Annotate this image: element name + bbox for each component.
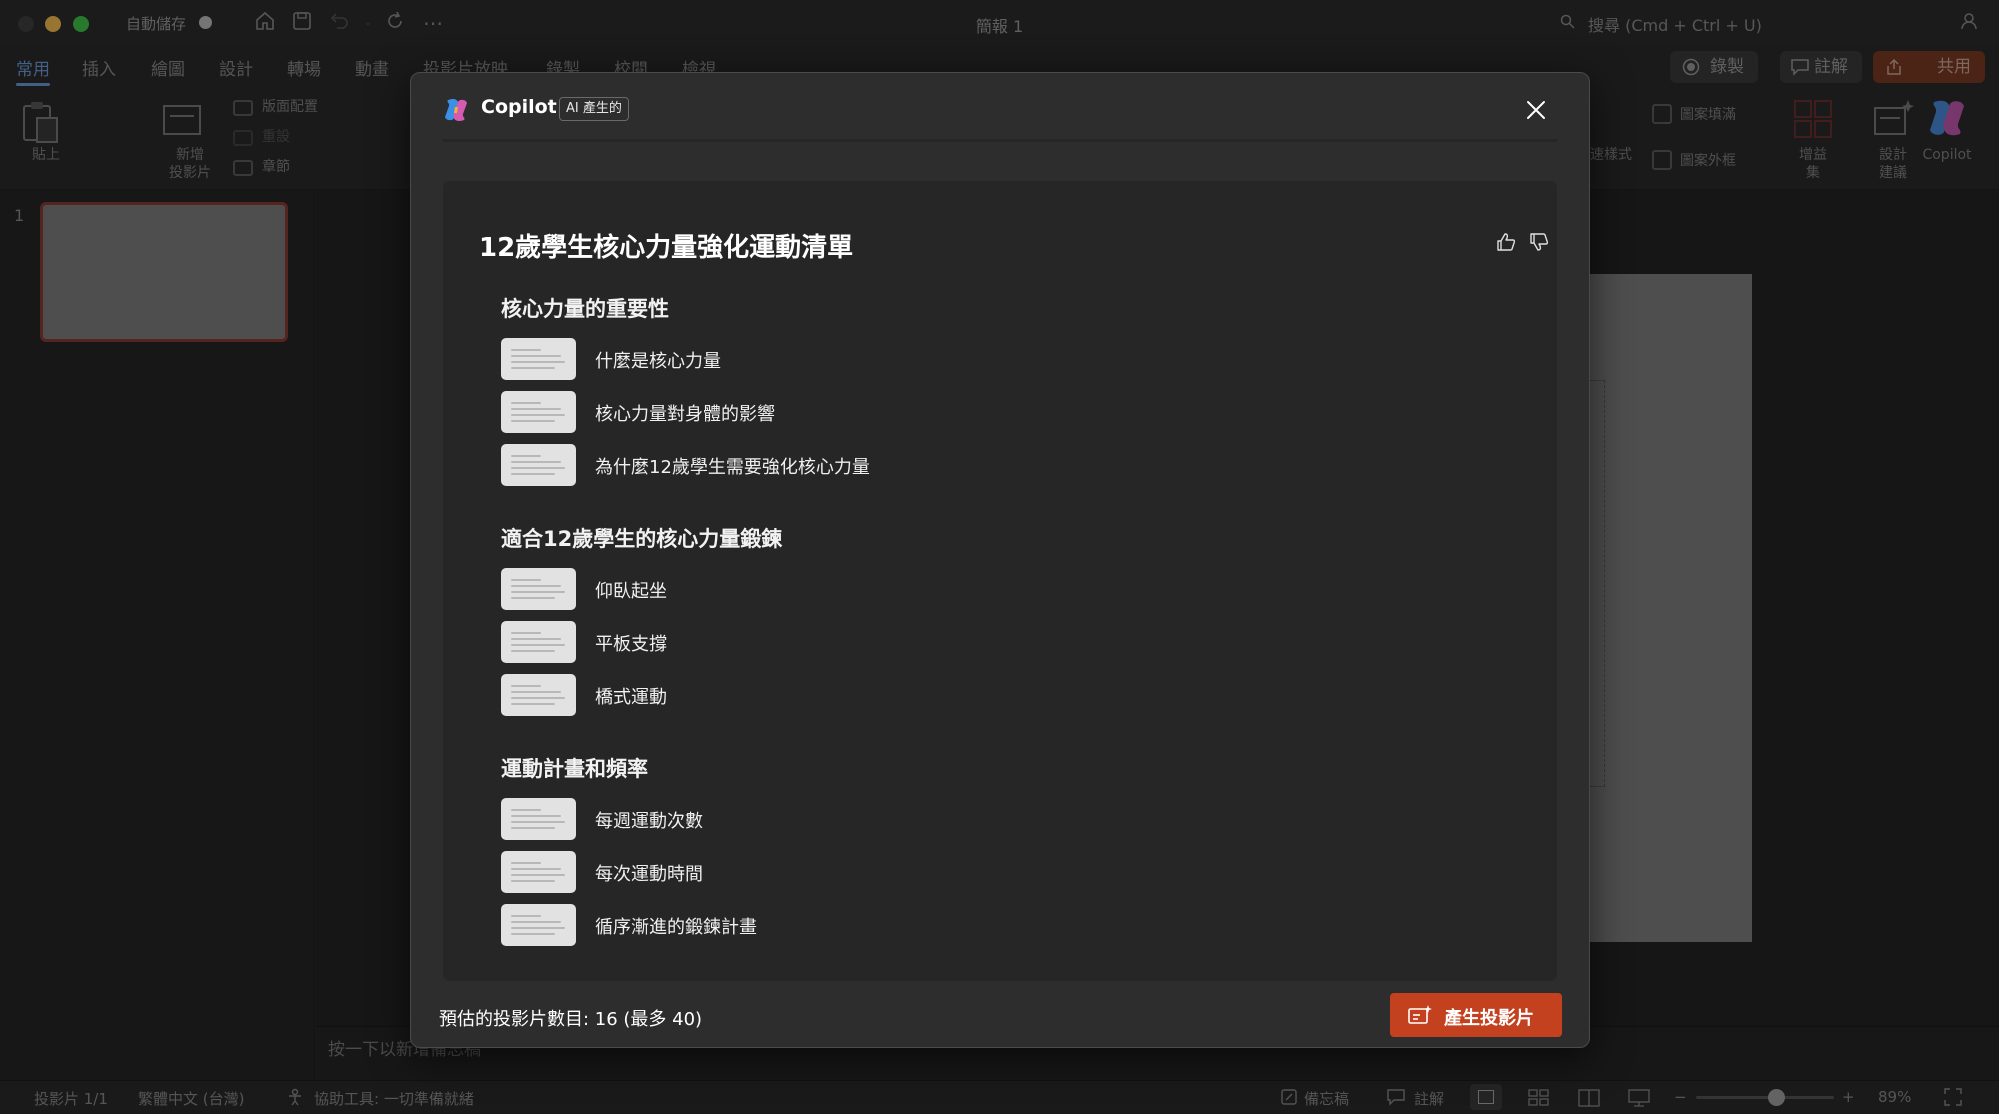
outline-card: 12歲學生核心力量強化運動清單 核心力量的重要性 什麼是核心力量 核心力量對身體… bbox=[443, 181, 1557, 981]
outline-item[interactable]: 每週運動次數 bbox=[501, 798, 1101, 840]
outline-item-label: 什麼是核心力量 bbox=[595, 351, 721, 372]
copilot-dialog: Copilot AI 產生的 12歲學生核心力量強化運動清單 核心力量的重要性 … bbox=[410, 72, 1590, 1048]
outline-item-label: 橋式運動 bbox=[595, 687, 667, 708]
outline-item[interactable]: 核心力量對身體的影響 bbox=[501, 391, 1101, 433]
slide-preview-icon bbox=[501, 621, 576, 663]
section-title: 運動計畫和頻率 bbox=[501, 757, 648, 781]
generate-slides-label: 產生投影片 bbox=[1444, 1008, 1534, 1029]
outline-item[interactable]: 循序漸進的鍛鍊計畫 bbox=[501, 904, 1101, 946]
outline-item-label: 為什麼12歲學生需要強化核心力量 bbox=[595, 457, 870, 478]
thumbs-up-icon[interactable] bbox=[1495, 231, 1517, 253]
slide-count-estimate: 預估的投影片數目: 16 (最多 40) bbox=[439, 1009, 703, 1030]
section-title: 適合12歲學生的核心力量鍛鍊 bbox=[501, 527, 783, 551]
powerpoint-window: 自動儲存 ⌄ ⋯ 簡報 1 搜尋 (Cmd + Ctrl + U) 常用 插入 … bbox=[0, 0, 1999, 1114]
section-title: 核心力量的重要性 bbox=[501, 297, 669, 321]
header-divider bbox=[443, 139, 1557, 142]
outline-item-label: 核心力量對身體的影響 bbox=[595, 404, 775, 425]
outline-item[interactable]: 每次運動時間 bbox=[501, 851, 1101, 893]
outline-item-label: 每次運動時間 bbox=[595, 864, 703, 885]
slide-preview-icon bbox=[501, 904, 576, 946]
copilot-logo-icon bbox=[445, 98, 467, 122]
slide-preview-icon bbox=[501, 568, 576, 610]
generate-slides-icon bbox=[1408, 1005, 1432, 1024]
outline-title: 12歲學生核心力量強化運動清單 bbox=[479, 233, 854, 263]
outline-item-label: 仰臥起坐 bbox=[595, 581, 667, 602]
close-icon[interactable] bbox=[1523, 97, 1549, 123]
slide-preview-icon bbox=[501, 444, 576, 486]
slide-preview-icon bbox=[501, 674, 576, 716]
outline-item[interactable]: 橋式運動 bbox=[501, 674, 1101, 716]
outline-item[interactable]: 什麼是核心力量 bbox=[501, 338, 1101, 380]
outline-item-label: 循序漸進的鍛鍊計畫 bbox=[595, 917, 757, 938]
slide-preview-icon bbox=[501, 851, 576, 893]
slide-preview-icon bbox=[501, 338, 576, 380]
outline-item-label: 平板支撐 bbox=[595, 634, 667, 655]
generate-slides-button[interactable]: 產生投影片 bbox=[1390, 993, 1562, 1037]
slide-preview-icon bbox=[501, 798, 576, 840]
dialog-header: Copilot AI 產生的 bbox=[411, 73, 1589, 137]
outline-item-label: 每週運動次數 bbox=[595, 811, 703, 832]
outline-item[interactable]: 為什麼12歲學生需要強化核心力量 bbox=[501, 444, 1101, 486]
ai-generated-badge: AI 產生的 bbox=[559, 97, 629, 121]
outline-item[interactable]: 平板支撐 bbox=[501, 621, 1101, 663]
thumbs-down-icon[interactable] bbox=[1528, 231, 1550, 253]
slide-preview-icon bbox=[501, 391, 576, 433]
outline-item[interactable]: 仰臥起坐 bbox=[501, 568, 1101, 610]
copilot-brand: Copilot bbox=[481, 96, 557, 118]
